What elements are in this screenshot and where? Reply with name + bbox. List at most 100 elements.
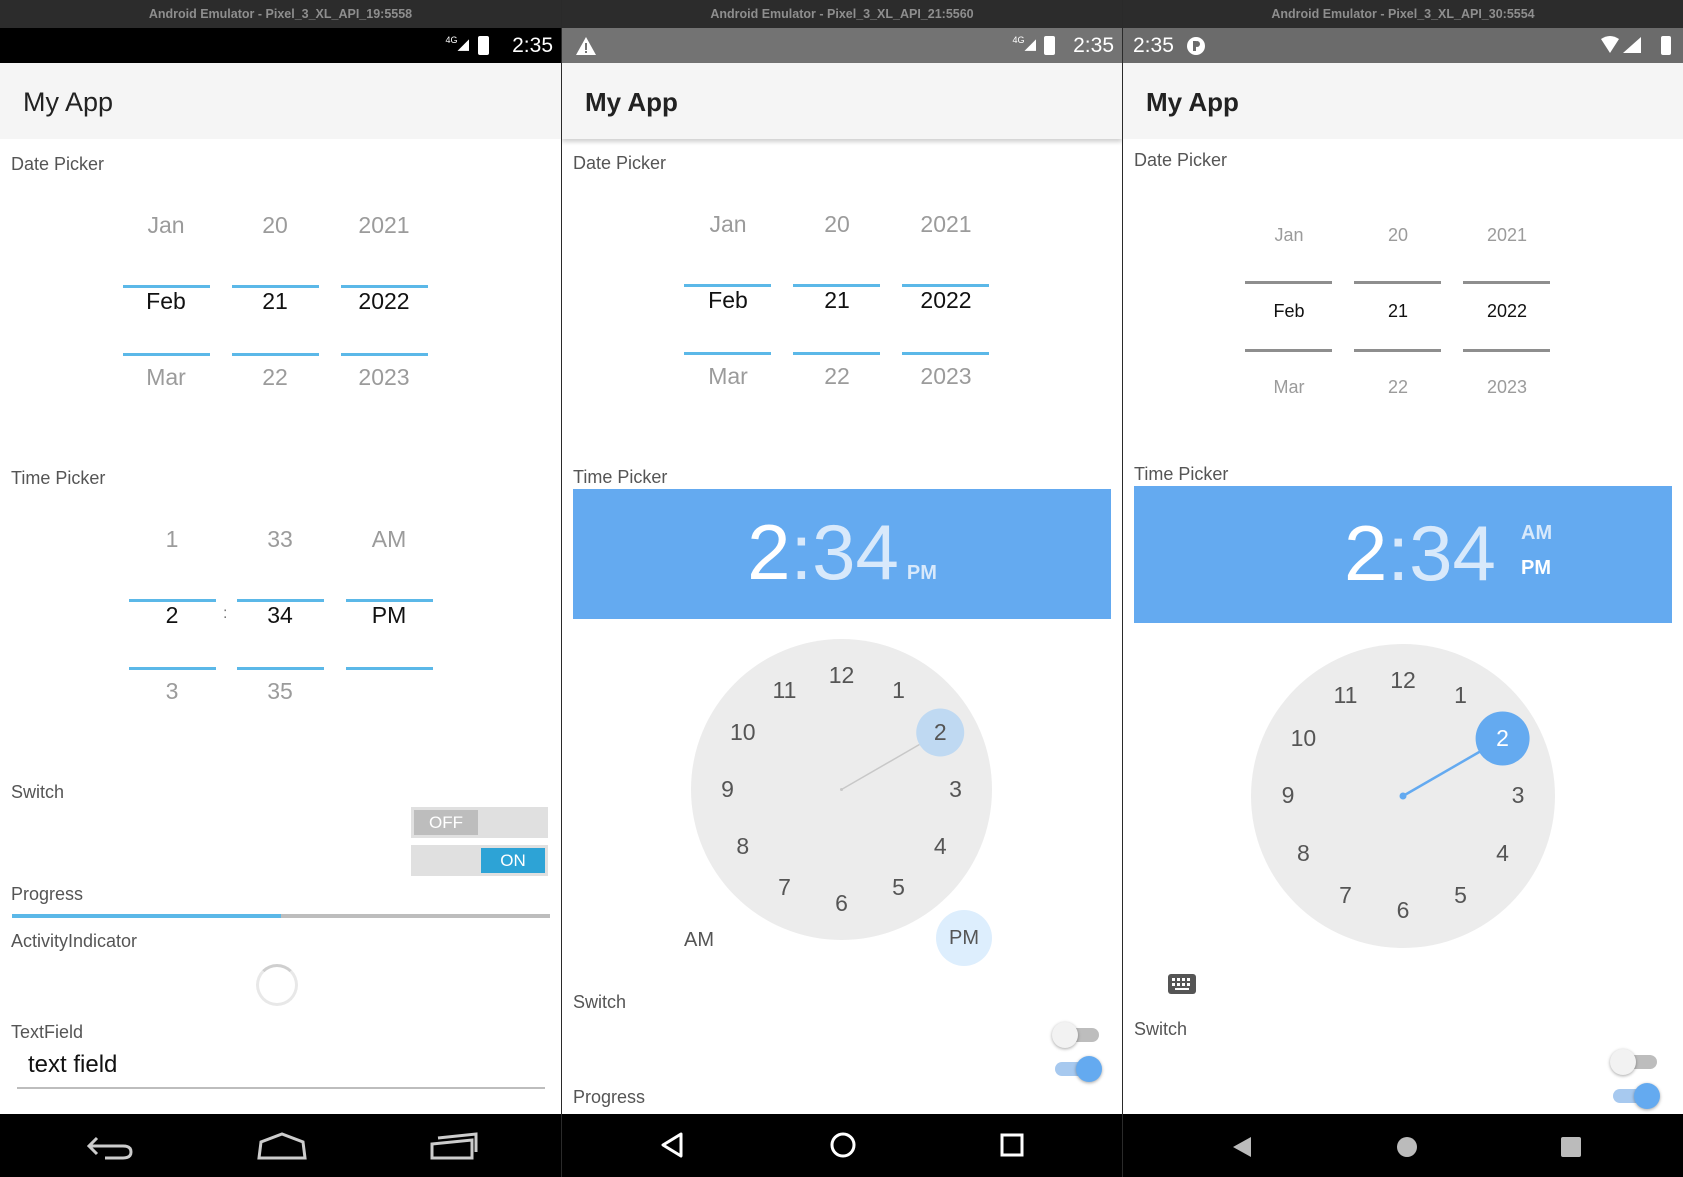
header-am[interactable]: AM: [1521, 522, 1552, 545]
dial-number-10[interactable]: 10: [723, 719, 763, 746]
emulator-api19-window: Android Emulator - Pixel_3_XL_API_19:555…: [0, 0, 561, 1177]
month-next[interactable]: Mar: [121, 364, 211, 391]
ampm-selected[interactable]: PM: [344, 602, 434, 629]
day-prev[interactable]: 20: [1353, 225, 1443, 246]
month-prev[interactable]: Jan: [121, 212, 211, 239]
month-selected[interactable]: Feb: [121, 288, 211, 315]
home-icon[interactable]: [1394, 1134, 1420, 1160]
time-picker-label: Time Picker: [573, 467, 668, 487]
recents-icon[interactable]: [1559, 1135, 1583, 1159]
switch-off[interactable]: [1052, 1022, 1099, 1048]
divider-line: [341, 353, 428, 356]
divider-line: [1463, 281, 1550, 284]
day-next[interactable]: 22: [792, 363, 882, 390]
recents-icon[interactable]: [998, 1131, 1026, 1159]
year-prev[interactable]: 2021: [339, 212, 429, 239]
dial-number-7[interactable]: 7: [1326, 882, 1366, 909]
dial-number-7[interactable]: 7: [765, 874, 805, 901]
day-next[interactable]: 22: [230, 364, 320, 391]
activity-indicator-spinner: [256, 964, 298, 1006]
month-next[interactable]: Mar: [1244, 377, 1334, 398]
dial-number-1[interactable]: 1: [879, 677, 919, 704]
day-selected[interactable]: 21: [792, 287, 882, 314]
hour-selected[interactable]: 2: [127, 602, 217, 629]
dial-number-9[interactable]: 9: [1268, 782, 1308, 809]
year-selected[interactable]: 2022: [1462, 301, 1552, 322]
day-next[interactable]: 22: [1353, 377, 1443, 398]
year-selected[interactable]: 2022: [901, 287, 991, 314]
recents-icon[interactable]: [428, 1130, 480, 1162]
month-prev[interactable]: Jan: [1244, 225, 1334, 246]
switch-on[interactable]: ON: [411, 845, 548, 876]
switch-on[interactable]: [1055, 1056, 1102, 1082]
header-minute[interactable]: 34: [1409, 509, 1496, 597]
dial-number-11[interactable]: 11: [765, 677, 805, 704]
navigation-bar: [562, 1114, 1122, 1177]
dial-number-8[interactable]: 8: [1283, 840, 1323, 867]
keyboard-icon[interactable]: [1167, 973, 1197, 995]
dial-number-1[interactable]: 1: [1441, 682, 1481, 709]
dial-number-12[interactable]: 12: [1383, 667, 1423, 694]
dial-number-9[interactable]: 9: [708, 776, 748, 803]
dial-number-10[interactable]: 10: [1283, 725, 1323, 752]
home-icon[interactable]: [828, 1130, 858, 1160]
dial-number-3[interactable]: 3: [1498, 782, 1538, 809]
navigation-bar: [0, 1114, 561, 1177]
text-field-input[interactable]: text field: [17, 1051, 545, 1089]
minute-prev[interactable]: 33: [235, 526, 325, 553]
dial-number-3[interactable]: 3: [936, 776, 976, 803]
signal-icon: 4G◢: [445, 35, 469, 53]
dial-number-8[interactable]: 8: [723, 833, 763, 860]
day-selected[interactable]: 21: [1353, 301, 1443, 322]
month-selected[interactable]: Feb: [1244, 301, 1334, 322]
header-pm[interactable]: PM: [1521, 557, 1551, 580]
year-prev[interactable]: 2021: [1462, 225, 1552, 246]
header-ampm[interactable]: PM: [907, 562, 937, 584]
year-next[interactable]: 2023: [339, 364, 429, 391]
hour-next[interactable]: 3: [127, 678, 217, 705]
home-icon[interactable]: [255, 1130, 309, 1160]
dial-number-6[interactable]: 6: [822, 890, 862, 917]
header-hour[interactable]: 2: [747, 508, 790, 596]
dial-number-5[interactable]: 5: [1441, 882, 1481, 909]
switch-off[interactable]: [1610, 1049, 1657, 1075]
emulator-api21-window: Android Emulator - Pixel_3_XL_API_21:556…: [562, 0, 1122, 1177]
clock-dial[interactable]: 12 1 2 3 4 5 6 7 8 9 10 11: [691, 639, 992, 940]
divider-line: [1245, 349, 1332, 352]
back-icon[interactable]: [1229, 1134, 1255, 1160]
dial-number-12[interactable]: 12: [822, 662, 862, 689]
back-icon[interactable]: [85, 1130, 135, 1160]
day-prev[interactable]: 20: [792, 211, 882, 238]
ampm-prev[interactable]: AM: [344, 526, 434, 553]
back-icon[interactable]: [657, 1130, 687, 1160]
header-minute[interactable]: 34: [812, 508, 899, 596]
month-selected[interactable]: Feb: [683, 287, 773, 314]
header-hour[interactable]: 2: [1344, 509, 1387, 597]
minute-selected[interactable]: 34: [235, 602, 325, 629]
year-next[interactable]: 2023: [901, 363, 991, 390]
month-next[interactable]: Mar: [683, 363, 773, 390]
dial-number-2[interactable]: 2: [920, 719, 960, 746]
header-separator: :: [790, 508, 813, 596]
dial-number-11[interactable]: 11: [1326, 682, 1366, 709]
dial-number-4[interactable]: 4: [920, 833, 960, 860]
day-selected[interactable]: 21: [230, 288, 320, 315]
switch-label: Switch: [1134, 1019, 1188, 1039]
switch-off[interactable]: OFF: [411, 807, 548, 838]
dial-number-4[interactable]: 4: [1483, 840, 1523, 867]
day-prev[interactable]: 20: [230, 212, 320, 239]
pm-button[interactable]: PM: [936, 910, 992, 966]
clock-dial[interactable]: 12 1 2 3 4 5 6 7 8 9 10 11: [1251, 644, 1555, 948]
dial-number-5[interactable]: 5: [879, 874, 919, 901]
dial-number-2[interactable]: 2: [1483, 725, 1523, 752]
year-prev[interactable]: 2021: [901, 211, 991, 238]
month-prev[interactable]: Jan: [683, 211, 773, 238]
year-next[interactable]: 2023: [1462, 377, 1552, 398]
year-selected[interactable]: 2022: [339, 288, 429, 315]
minute-next[interactable]: 35: [235, 678, 325, 705]
hour-prev[interactable]: 1: [127, 526, 217, 553]
date-picker-label: Date Picker: [573, 153, 667, 173]
dial-number-6[interactable]: 6: [1383, 897, 1423, 924]
am-button[interactable]: AM: [684, 929, 714, 952]
switch-on[interactable]: [1613, 1083, 1660, 1109]
